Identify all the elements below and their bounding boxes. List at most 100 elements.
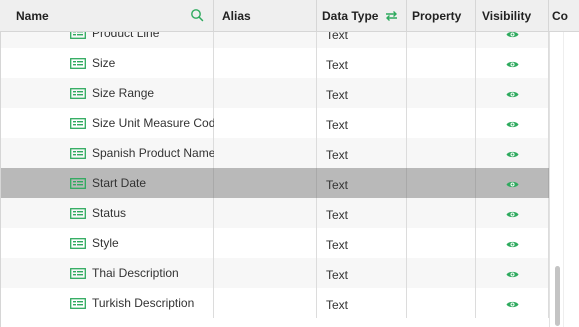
data-type-cell[interactable]: Text — [317, 168, 407, 198]
column-header-alias-label: Alias — [222, 9, 251, 23]
property-cell[interactable] — [407, 258, 476, 288]
name-cell[interactable]: Thai Description — [1, 258, 214, 288]
data-type-value: Text — [326, 268, 349, 282]
data-type-cell[interactable]: Text — [317, 108, 407, 138]
visibility-cell — [476, 78, 549, 108]
name-cell[interactable]: Size Range — [1, 78, 214, 108]
eye-icon[interactable] — [506, 150, 519, 159]
column-header-truncated-label: Co — [552, 9, 568, 23]
name-cell[interactable]: Style — [1, 228, 214, 258]
property-cell[interactable] — [407, 78, 476, 108]
table-row[interactable]: Turkish Description Text — [1, 288, 549, 318]
property-cell[interactable] — [407, 32, 476, 48]
name-cell[interactable]: Product Line — [1, 32, 214, 48]
property-cell[interactable] — [407, 48, 476, 78]
alias-cell[interactable] — [214, 138, 317, 168]
visibility-cell — [476, 258, 549, 288]
table-row[interactable]: Size Unit Measure Code Text — [1, 108, 549, 138]
data-type-value: Text — [326, 178, 349, 192]
eye-icon[interactable] — [506, 300, 519, 309]
column-header-alias[interactable]: Alias — [214, 0, 317, 32]
field-name: Status — [92, 206, 127, 220]
grid-rows: Product Line Text Size Text Size Range T… — [1, 32, 549, 318]
visibility-cell — [476, 32, 549, 48]
search-icon[interactable] — [190, 8, 204, 22]
column-header-property[interactable]: Property — [407, 0, 476, 32]
column-header-name[interactable]: Name — [0, 0, 214, 32]
eye-icon[interactable] — [506, 60, 519, 69]
eye-icon[interactable] — [506, 210, 519, 219]
name-cell[interactable]: Spanish Product Name — [1, 138, 214, 168]
alias-cell[interactable] — [214, 228, 317, 258]
table-row[interactable]: Size Text — [1, 48, 549, 78]
property-cell[interactable] — [407, 108, 476, 138]
table-row[interactable]: Product Line Text — [1, 32, 549, 48]
fields-grid: Name Alias Data Type Property Visibility… — [0, 0, 579, 327]
table-row[interactable]: Size Range Text — [1, 78, 549, 108]
column-header-data-type-label: Data Type — [322, 9, 379, 23]
column-header-name-label: Name — [16, 9, 49, 23]
alias-cell[interactable] — [214, 258, 317, 288]
vertical-scrollbar[interactable] — [549, 32, 579, 327]
alias-cell[interactable] — [214, 198, 317, 228]
column-header-data-type[interactable]: Data Type — [317, 0, 407, 32]
text-field-icon — [70, 268, 86, 279]
data-type-cell[interactable]: Text — [317, 32, 407, 48]
alias-cell[interactable] — [214, 288, 317, 318]
data-type-cell[interactable]: Text — [317, 198, 407, 228]
alias-cell[interactable] — [214, 108, 317, 138]
eye-icon[interactable] — [506, 120, 519, 129]
name-cell[interactable]: Turkish Description — [1, 288, 214, 318]
data-type-cell[interactable]: Text — [317, 78, 407, 108]
field-name: Size Unit Measure Code — [92, 116, 214, 130]
alias-cell[interactable] — [214, 78, 317, 108]
column-header-truncated[interactable]: Co — [549, 0, 579, 32]
column-header-visibility[interactable]: Visibility — [476, 0, 549, 32]
table-row[interactable]: Status Text — [1, 198, 549, 228]
visibility-cell — [476, 228, 549, 258]
data-type-value: Text — [326, 208, 349, 222]
scrollbar-thumb[interactable] — [555, 266, 560, 326]
text-field-icon — [70, 208, 86, 219]
data-type-cell[interactable]: Text — [317, 138, 407, 168]
table-row[interactable]: Start Date Text — [1, 168, 549, 198]
text-field-icon — [70, 178, 86, 189]
eye-icon[interactable] — [506, 90, 519, 99]
name-cell[interactable]: Start Date — [1, 168, 214, 198]
swap-icon[interactable] — [384, 10, 399, 22]
table-row[interactable]: Thai Description Text — [1, 258, 549, 288]
data-type-value: Text — [326, 238, 349, 252]
table-row[interactable]: Style Text — [1, 228, 549, 258]
eye-icon[interactable] — [506, 32, 519, 39]
data-type-value: Text — [326, 118, 349, 132]
data-type-cell[interactable]: Text — [317, 288, 407, 318]
visibility-cell — [476, 108, 549, 138]
property-cell[interactable] — [407, 288, 476, 318]
text-field-icon — [70, 298, 86, 309]
alias-cell[interactable] — [214, 168, 317, 198]
alias-cell[interactable] — [214, 48, 317, 78]
field-name: Thai Description — [92, 266, 179, 280]
property-cell[interactable] — [407, 228, 476, 258]
data-type-value: Text — [326, 32, 349, 42]
name-cell[interactable]: Size Unit Measure Code — [1, 108, 214, 138]
text-field-icon — [70, 118, 86, 129]
field-name: Turkish Description — [92, 296, 195, 310]
text-field-icon — [70, 88, 86, 99]
eye-icon[interactable] — [506, 180, 519, 189]
property-cell[interactable] — [407, 168, 476, 198]
data-type-cell[interactable]: Text — [317, 228, 407, 258]
alias-cell[interactable] — [214, 32, 317, 48]
field-name: Size Range — [92, 86, 155, 100]
eye-icon[interactable] — [506, 270, 519, 279]
data-type-cell[interactable]: Text — [317, 258, 407, 288]
data-type-value: Text — [326, 298, 349, 312]
name-cell[interactable]: Status — [1, 198, 214, 228]
table-row[interactable]: Spanish Product Name Text — [1, 138, 549, 168]
property-cell[interactable] — [407, 198, 476, 228]
eye-icon[interactable] — [506, 240, 519, 249]
name-cell[interactable]: Size — [1, 48, 214, 78]
column-header-property-label: Property — [412, 9, 462, 23]
data-type-cell[interactable]: Text — [317, 48, 407, 78]
property-cell[interactable] — [407, 138, 476, 168]
